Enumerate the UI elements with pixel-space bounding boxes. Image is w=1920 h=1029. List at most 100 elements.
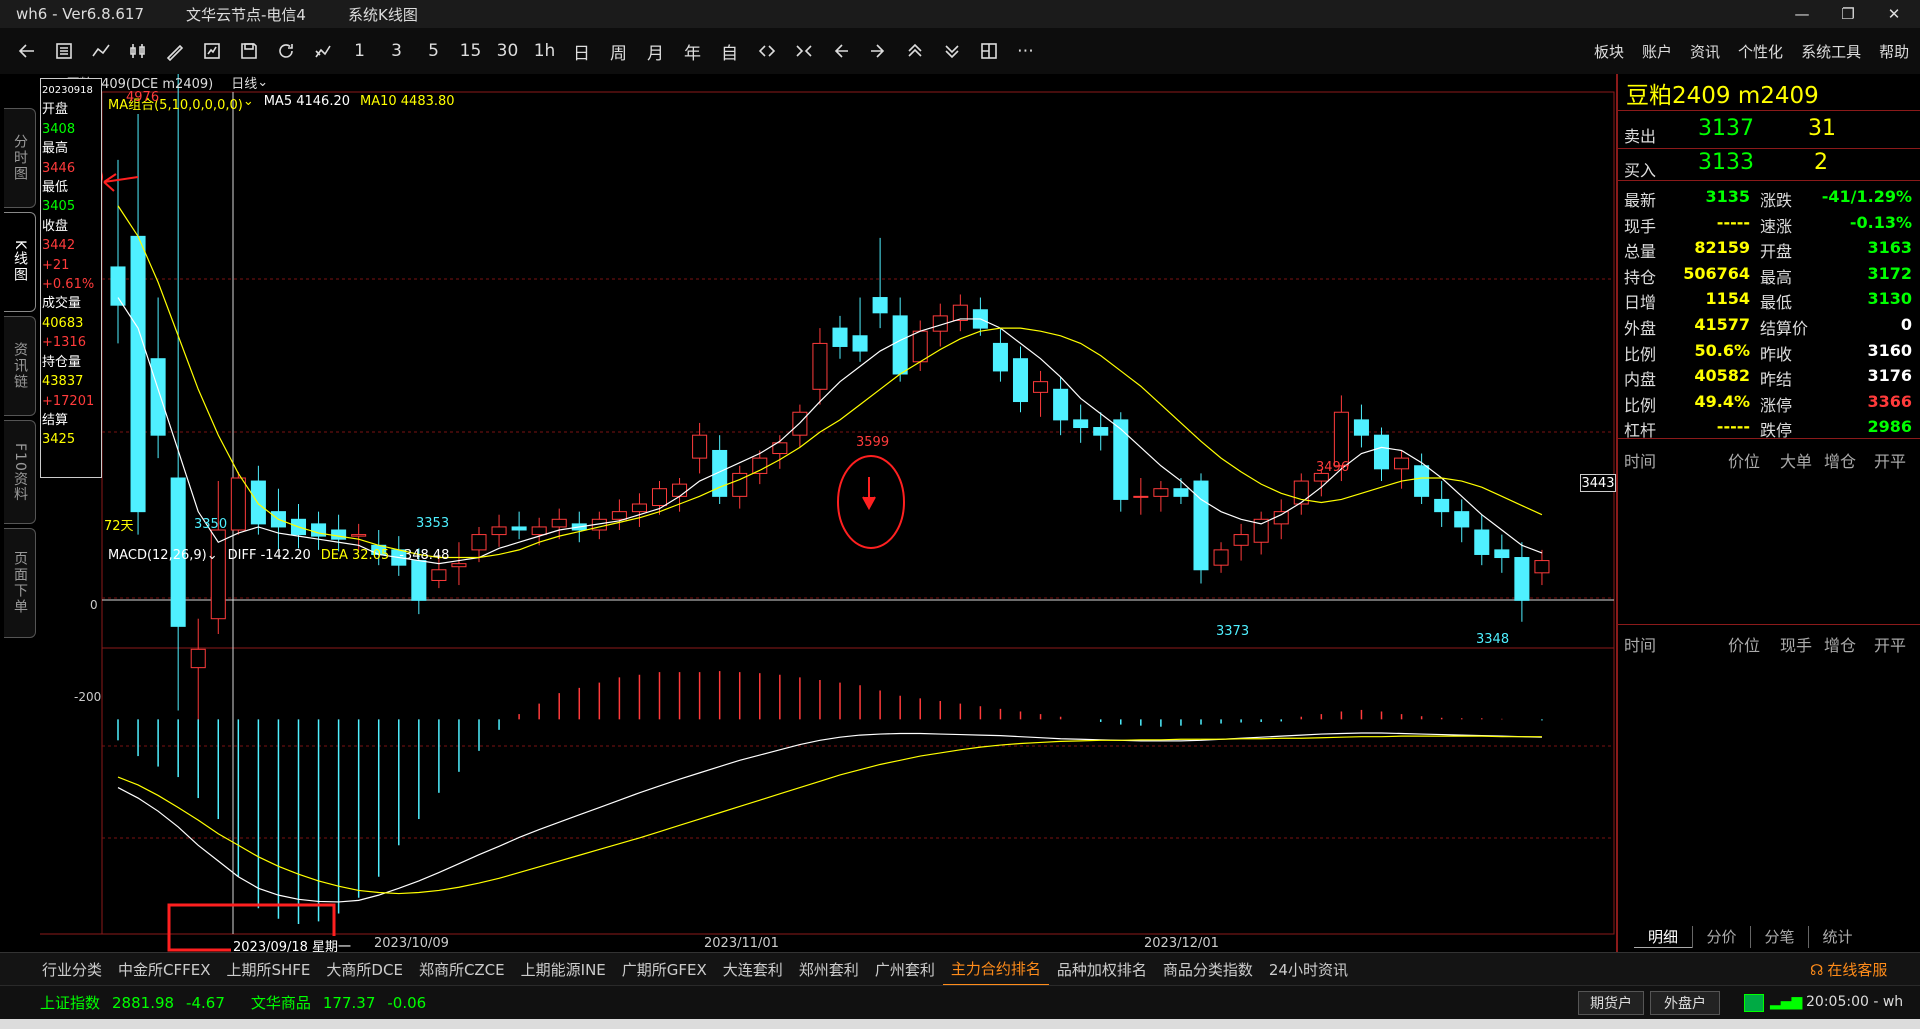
close-icon[interactable]: ✕	[1872, 0, 1916, 28]
candle-down[interactable]	[832, 327, 848, 347]
minimize-icon[interactable]: —	[1780, 0, 1824, 28]
index2-name[interactable]: 文华商品	[251, 992, 311, 1013]
menu-account[interactable]: 账户	[1642, 41, 1672, 62]
period-week[interactable]: 周	[600, 33, 637, 69]
tab-news-chain[interactable]: 资讯链	[4, 316, 36, 416]
arrow-down-icon[interactable]	[933, 33, 970, 69]
candle-down[interactable]	[130, 235, 146, 513]
period-5[interactable]: 5	[415, 33, 452, 69]
layout-icon[interactable]	[970, 33, 1007, 69]
tab-dce[interactable]: 大商所DCE	[318, 953, 411, 986]
tab-ine[interactable]: 上期能源INE	[513, 953, 614, 986]
candle-down[interactable]	[1012, 358, 1029, 403]
tab-24h-news[interactable]: 24小时资讯	[1261, 953, 1356, 986]
buy-row[interactable]: 买入 3133 2	[1618, 150, 1920, 180]
online-service[interactable]: ☊ 在线客服	[1810, 953, 1887, 986]
candle-down[interactable]	[331, 529, 347, 540]
candle-down[interactable]	[150, 358, 166, 436]
more-icon[interactable]: ⋯	[1007, 33, 1044, 69]
period-3[interactable]: 3	[378, 33, 415, 69]
chevron-down-icon[interactable]: ⌄	[257, 75, 268, 90]
candle-down[interactable]	[1073, 419, 1089, 429]
candle-up[interactable]	[451, 563, 467, 568]
macd-label[interactable]: MACD(12,26,9)	[108, 548, 207, 563]
server-node[interactable]: 文华云节点-电信4	[186, 4, 306, 25]
analysis-icon[interactable]	[304, 33, 341, 69]
index1-name[interactable]: 上证指数	[40, 992, 100, 1013]
candle-up[interactable]	[1153, 488, 1169, 497]
back-icon[interactable]	[8, 33, 45, 69]
candle-up[interactable]	[551, 518, 567, 528]
menu-personalize[interactable]: 个性化	[1738, 41, 1783, 62]
menu-help[interactable]: 帮助	[1879, 41, 1909, 62]
candle-down[interactable]	[892, 315, 908, 375]
period-year[interactable]: 年	[674, 33, 711, 69]
futures-account-button[interactable]: 期货户	[1578, 991, 1644, 1015]
candle-up[interactable]	[1534, 560, 1550, 574]
tab-kline[interactable]: K线图	[4, 212, 36, 312]
zoom-out-icon[interactable]	[785, 33, 822, 69]
tab-industry[interactable]: 行业分类	[34, 953, 110, 986]
tab-f10[interactable]: F10资料	[4, 420, 36, 524]
candle-down[interactable]	[1173, 488, 1189, 497]
refresh-icon[interactable]	[267, 33, 304, 69]
candle-up[interactable]	[611, 511, 627, 520]
chevron-down-icon[interactable]: ⌄	[243, 94, 254, 113]
candle-up[interactable]	[1394, 457, 1410, 470]
candle-up[interactable]	[471, 534, 487, 551]
candle-up[interactable]	[230, 477, 246, 531]
arrow-left-icon[interactable]	[822, 33, 859, 69]
candle-up[interactable]	[1273, 511, 1289, 525]
menu-system-tools[interactable]: 系统工具	[1801, 41, 1861, 62]
candle-up[interactable]	[1133, 495, 1149, 498]
tab-timeshare[interactable]: 分时图	[4, 108, 36, 208]
candle-down[interactable]	[1093, 427, 1109, 436]
line-chart-icon[interactable]	[82, 33, 119, 69]
candle-up[interactable]	[912, 330, 928, 363]
tab-zhengzhou-arb[interactable]: 郑州套利	[791, 953, 867, 986]
indicator-icon[interactable]	[193, 33, 230, 69]
kline-chart[interactable]	[40, 74, 1616, 952]
candle-down[interactable]	[1474, 529, 1490, 555]
candle-up[interactable]	[752, 457, 768, 474]
tab-main-contract-rank[interactable]: 主力合约排名	[942, 953, 1049, 986]
candle-down[interactable]	[411, 560, 427, 601]
draw-tool-icon[interactable]	[156, 33, 193, 69]
candle-up[interactable]	[672, 483, 688, 497]
save-icon[interactable]	[230, 33, 267, 69]
candle-up[interactable]	[812, 342, 828, 390]
chevron-down-icon[interactable]: ⌄	[207, 548, 218, 563]
quote-list-icon[interactable]	[45, 33, 82, 69]
menu-news[interactable]: 资讯	[1690, 41, 1720, 62]
candle-up[interactable]	[1333, 411, 1349, 467]
candle-down[interactable]	[511, 526, 527, 531]
tab-guangzhou-arb[interactable]: 广州套利	[867, 953, 943, 986]
candle-down[interactable]	[1514, 557, 1530, 601]
candle-up[interactable]	[491, 526, 507, 536]
foreign-account-button[interactable]: 外盘户	[1650, 991, 1720, 1015]
period-30[interactable]: 30	[489, 33, 526, 69]
tab-detail[interactable]: 明细	[1634, 926, 1692, 948]
candle-up[interactable]	[1233, 534, 1249, 546]
period-selector[interactable]: 日线	[231, 73, 257, 92]
candle-up[interactable]	[190, 648, 206, 669]
candle-down[interactable]	[1053, 388, 1069, 421]
candle-down[interactable]	[1414, 465, 1430, 497]
restore-icon[interactable]: ❐	[1826, 0, 1870, 28]
arrow-up-icon[interactable]	[896, 33, 933, 69]
candle-down[interactable]	[1434, 498, 1450, 513]
candle-down[interactable]	[872, 297, 888, 314]
tab-shfe[interactable]: 上期所SHFE	[219, 953, 319, 986]
chart-area[interactable]: ▭▭ 豆粕2409(DCE m2409) 日线 ⌄ MA组合(5,10,0,0,…	[40, 73, 1616, 955]
candle-up[interactable]	[692, 434, 708, 459]
candle-down[interactable]	[992, 342, 1008, 372]
candle-up[interactable]	[631, 503, 647, 513]
candle-down[interactable]	[250, 480, 266, 525]
candle-up[interactable]	[531, 526, 547, 536]
tab-weighted-rank[interactable]: 品种加权排名	[1049, 953, 1155, 986]
tab-price-dist[interactable]: 分价	[1692, 926, 1750, 948]
period-15[interactable]: 15	[452, 33, 489, 69]
candle-down[interactable]	[1454, 511, 1470, 528]
candle-down[interactable]	[1113, 419, 1129, 500]
tab-stats[interactable]: 统计	[1808, 926, 1866, 948]
